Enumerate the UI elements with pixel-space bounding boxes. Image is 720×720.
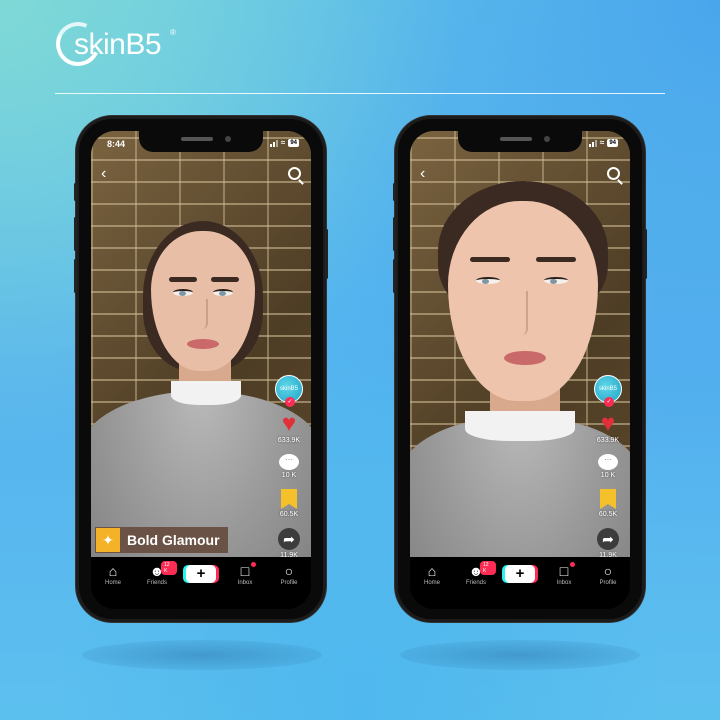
back-button[interactable]: ‹ — [420, 165, 425, 183]
bookmark-icon — [280, 489, 297, 509]
phone-left: 8:44 ≈ 94 ‹ skinB5 ✓ ♥ 633.9K ··· 10 K 6… — [74, 116, 328, 622]
wifi-icon: ≈ — [280, 138, 286, 147]
inbox-icon: □ — [240, 563, 250, 579]
share-arrow-icon: ➦ — [597, 528, 619, 550]
inbox-icon: □ — [559, 563, 569, 579]
search-icon[interactable] — [288, 167, 301, 180]
effect-label: Bold Glamour — [127, 532, 220, 548]
phone-shadow — [400, 640, 640, 670]
comment-button[interactable]: ··· 10 K — [598, 454, 618, 479]
comment-count: 10 K — [281, 472, 297, 479]
creator-avatar[interactable]: skinB5 ✓ — [594, 375, 622, 407]
header-divider — [55, 93, 665, 94]
status-bar: 8:44 ≈ 94 — [91, 137, 311, 153]
share-button[interactable]: ➦ 11.9K — [278, 528, 300, 559]
battery-icon: 94 — [607, 139, 618, 147]
back-button[interactable]: ‹ — [101, 165, 106, 183]
like-button[interactable]: ♥ 633.9K — [277, 410, 301, 445]
search-icon[interactable] — [607, 167, 620, 180]
create-plus-icon: + — [505, 565, 535, 583]
wifi-icon: ≈ — [599, 138, 605, 147]
action-rail: skinB5 ✓ ♥ 633.9K ··· 10 K 60.5K ➦ 11.9K — [590, 375, 626, 559]
tab-create[interactable]: + — [500, 563, 540, 583]
battery-icon: 94 — [288, 139, 299, 147]
profile-icon: ○ — [603, 563, 613, 579]
comment-icon: ··· — [279, 454, 299, 470]
signal-icon — [588, 139, 597, 147]
comment-icon: ··· — [598, 454, 618, 470]
save-count: 60.5K — [598, 511, 618, 518]
signal-icon — [269, 139, 278, 147]
follow-check-icon[interactable]: ✓ — [285, 397, 295, 407]
tab-profile[interactable]: ○ Profile — [588, 563, 628, 586]
brand-logo: skinB5 ® — [49, 15, 182, 74]
bookmark-icon — [599, 489, 616, 509]
inbox-notification-dot — [251, 562, 256, 567]
friends-badge: 12 K — [480, 561, 496, 575]
home-icon: ⌂ — [427, 563, 437, 579]
profile-icon: ○ — [284, 563, 294, 579]
save-button[interactable]: 60.5K — [280, 489, 298, 518]
share-arrow-icon: ➦ — [278, 528, 300, 550]
like-button[interactable]: ♥ 633.9K — [596, 410, 620, 445]
tab-friends[interactable]: ☻ Friends 12 K — [137, 561, 177, 586]
action-rail: skinB5 ✓ ♥ 633.9K ··· 10 K 60.5K ➦ 11.9K — [271, 375, 307, 559]
home-icon: ⌂ — [108, 563, 118, 579]
registered-mark: ® — [170, 28, 176, 37]
status-bar: ≈ 94 — [410, 137, 630, 153]
create-plus-icon: + — [186, 565, 216, 583]
friends-badge: 12 K — [161, 561, 177, 575]
bottom-nav: ⌂ Home ☻ Friends 12 K + □ Inbox ○ Profile — [91, 557, 311, 609]
tab-profile[interactable]: ○ Profile — [269, 563, 309, 586]
phone-shadow — [82, 640, 322, 670]
comment-count: 10 K — [600, 472, 616, 479]
inbox-notification-dot — [570, 562, 575, 567]
tab-inbox[interactable]: □ Inbox — [544, 562, 584, 586]
creator-avatar[interactable]: skinB5 ✓ — [275, 375, 303, 407]
phone-right: ≈ 94 ‹ skinB5 ✓ ♥ 633.9K ··· 10 K 60.5K — [393, 116, 647, 622]
heart-icon: ♥ — [281, 410, 297, 437]
like-count: 633.9K — [596, 437, 620, 444]
heart-icon: ♥ — [600, 410, 616, 437]
screen: 8:44 ≈ 94 ‹ skinB5 ✓ ♥ 633.9K ··· 10 K 6… — [91, 131, 311, 609]
save-count: 60.5K — [279, 511, 299, 518]
screen: ≈ 94 ‹ skinB5 ✓ ♥ 633.9K ··· 10 K 60.5K — [410, 131, 630, 609]
tab-create[interactable]: + — [181, 563, 221, 583]
status-time: 8:44 — [107, 139, 126, 149]
tab-home[interactable]: ⌂ Home — [93, 563, 133, 586]
save-button[interactable]: 60.5K — [599, 489, 617, 518]
bottom-nav: ⌂ Home ☻ Friends 12 K + □ Inbox ○ Profile — [410, 557, 630, 609]
effect-tag[interactable]: ✦ Bold Glamour — [95, 527, 228, 553]
logo-text: skinB5 — [74, 28, 162, 61]
tab-inbox[interactable]: □ Inbox — [225, 562, 265, 586]
tab-friends[interactable]: ☻ Friends 12 K — [456, 561, 496, 586]
comment-button[interactable]: ··· 10 K — [279, 454, 299, 479]
follow-check-icon[interactable]: ✓ — [604, 397, 614, 407]
sparkle-wand-icon: ✦ — [96, 528, 120, 552]
tab-home[interactable]: ⌂ Home — [412, 563, 452, 586]
like-count: 633.9K — [277, 437, 301, 444]
share-button[interactable]: ➦ 11.9K — [597, 528, 619, 559]
